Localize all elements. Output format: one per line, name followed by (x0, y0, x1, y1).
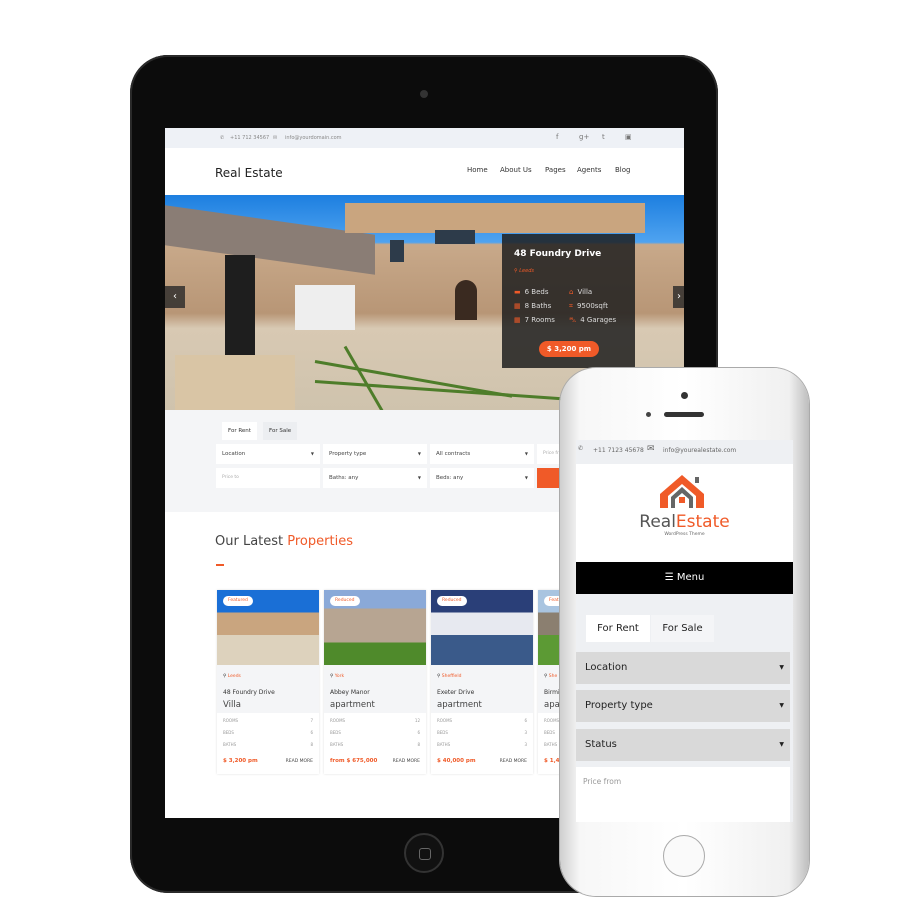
grid-icon: ▦ (514, 316, 521, 324)
contact-email: info@yourealestate.com (663, 447, 737, 454)
read-more-link[interactable]: READ MORE (393, 759, 420, 764)
property-location: ⚲ She (544, 674, 558, 679)
property-location: ⚲ York (330, 674, 345, 679)
tablet-home-button[interactable] (404, 833, 444, 873)
location-select[interactable]: Location ▼ (576, 652, 790, 684)
property-card[interactable]: Reduced ⚲ York Abbey Manor apartment ROO… (324, 590, 426, 774)
grid-icon: ▦ (514, 302, 521, 310)
site-title[interactable]: Real Estate (215, 166, 283, 180)
status-badge: Featured (223, 596, 253, 606)
house-icon: ⌂ (569, 288, 574, 296)
google-plus-icon[interactable]: g+ (579, 133, 589, 141)
hamburger-icon: ☰ (664, 572, 674, 583)
rooms-row: ROOMS 6 (437, 718, 527, 723)
phone-sensor (646, 412, 651, 417)
contact-phone: +11 7123 45678 (593, 447, 644, 454)
twitter-icon[interactable]: t (602, 133, 605, 141)
feature-baths: ▦ 8 Baths (514, 302, 552, 310)
tab-for-sale[interactable]: For Sale (263, 422, 298, 440)
facebook-icon[interactable]: f (556, 133, 558, 141)
property-name[interactable]: Exeter Drive (437, 689, 474, 696)
tab-for-sale[interactable]: For Sale (651, 615, 714, 642)
status-badge: Reduced (330, 596, 360, 606)
youtube-icon[interactable]: ▣ (625, 133, 632, 141)
property-type: apartment (437, 700, 482, 710)
property-type: apartment (330, 700, 375, 710)
phone-icon: ✆ (578, 445, 584, 452)
menu-button[interactable]: ☰ Menu (576, 562, 793, 594)
price-button[interactable]: $ 3,200 pm (539, 341, 599, 357)
baths-row: BATHS 8 (223, 742, 313, 747)
section-title: Our Latest Properties (215, 534, 353, 549)
property-card[interactable]: Featured ⚲ Leeds 48 Foundry Drive Villa … (217, 590, 319, 774)
tab-for-rent[interactable]: For Rent (222, 422, 257, 440)
baths-row: BATHS 3 (437, 742, 527, 747)
contact-email: info@yourdomain.com (285, 135, 342, 141)
status-badge: Reduced (437, 596, 467, 606)
phone-home-button[interactable] (663, 835, 705, 877)
featured-property-card: 48 Foundry Drive ⚲ Leeds ▬ 6 Beds ⌂ Villa … (502, 234, 635, 368)
phone-camera (681, 392, 688, 399)
property-location: ⚲ Sheffield (437, 674, 462, 679)
car-icon: ⛍ (569, 316, 577, 324)
location-select[interactable]: Location ▼ (216, 444, 320, 464)
nav-blog[interactable]: Blog (615, 166, 630, 174)
feature-area: ⌗ 9500sqft (569, 302, 608, 310)
property-price: $ 40,000 pm (437, 758, 476, 764)
read-more-link[interactable]: READ MORE (500, 759, 527, 764)
baths-row: BATHS 8 (330, 742, 420, 747)
read-more-link[interactable]: READ MORE (286, 759, 313, 764)
rooms-row: ROOMS 7 (223, 718, 313, 723)
feature-garages: ⛍ 4 Garages (569, 316, 617, 324)
beds-select[interactable]: Beds: any ▼ (430, 468, 534, 488)
property-name[interactable]: Birmi (544, 689, 560, 696)
beds-row: BEDS 3 (437, 730, 527, 735)
feature-rooms: ▦ 7 Rooms (514, 316, 555, 324)
property-location: ⚲ Leeds (514, 268, 534, 274)
phone-icon: ✆ (220, 135, 225, 141)
top-bar: ✆ +11 712 34567 ✉ info@yourdomain.com f … (165, 128, 684, 148)
property-location: ⚲ Leeds (223, 674, 241, 679)
property-title: 48 Foundry Drive (514, 249, 602, 259)
slider-prev-button[interactable]: ‹ (165, 286, 185, 308)
rooms-row: ROOMS 12 (330, 718, 420, 723)
property-price: from $ 675,000 (330, 758, 378, 764)
feature-type: ⌂ Villa (569, 288, 593, 296)
nav-pages[interactable]: Pages (545, 166, 566, 174)
contact-phone: +11 712 34567 (230, 135, 270, 141)
property-type: Villa (223, 700, 241, 710)
property-type-select[interactable]: Property type ▼ (576, 690, 790, 722)
property-price: $ 3,200 pm (223, 758, 258, 764)
logo[interactable]: RealEstate WordPress Theme (576, 464, 793, 562)
phone-top-bar: ✆ +11 7123 45678 ✉ info@yourealestate.co… (576, 440, 793, 462)
mail-icon: ✉ (647, 444, 655, 454)
nav-agents[interactable]: Agents (577, 166, 601, 174)
nav-home[interactable]: Home (467, 166, 488, 174)
house-logo-icon (660, 475, 704, 508)
price-to-input[interactable]: Price to (216, 468, 320, 488)
crop-icon: ⌗ (569, 302, 573, 310)
status-select[interactable]: Status ▼ (576, 729, 790, 761)
slider-next-button[interactable]: › (673, 286, 684, 308)
feature-beds: ▬ 6 Beds (514, 288, 549, 296)
baths-select[interactable]: Baths: any ▼ (323, 468, 427, 488)
tablet-camera (420, 90, 428, 98)
mail-icon: ✉ (273, 135, 278, 141)
property-card[interactable]: Reduced ⚲ Sheffield Exeter Drive apartme… (431, 590, 533, 774)
price-from-input[interactable]: Price from (576, 767, 790, 822)
beds-row: BEDS 6 (330, 730, 420, 735)
phone-screen: ✆ +11 7123 45678 ✉ info@yourealestate.co… (576, 440, 793, 822)
bed-icon: ▬ (514, 288, 521, 296)
property-name[interactable]: Abbey Manor (330, 689, 370, 696)
title-underline (216, 564, 224, 566)
property-type-select[interactable]: Property type ▼ (323, 444, 427, 464)
tab-for-rent[interactable]: For Rent (586, 615, 650, 642)
beds-row: BEDS 6 (223, 730, 313, 735)
property-name[interactable]: 48 Foundry Drive (223, 689, 275, 696)
nav-about[interactable]: About Us (500, 166, 532, 174)
contracts-select[interactable]: All contracts ▼ (430, 444, 534, 464)
phone-speaker (664, 412, 704, 417)
